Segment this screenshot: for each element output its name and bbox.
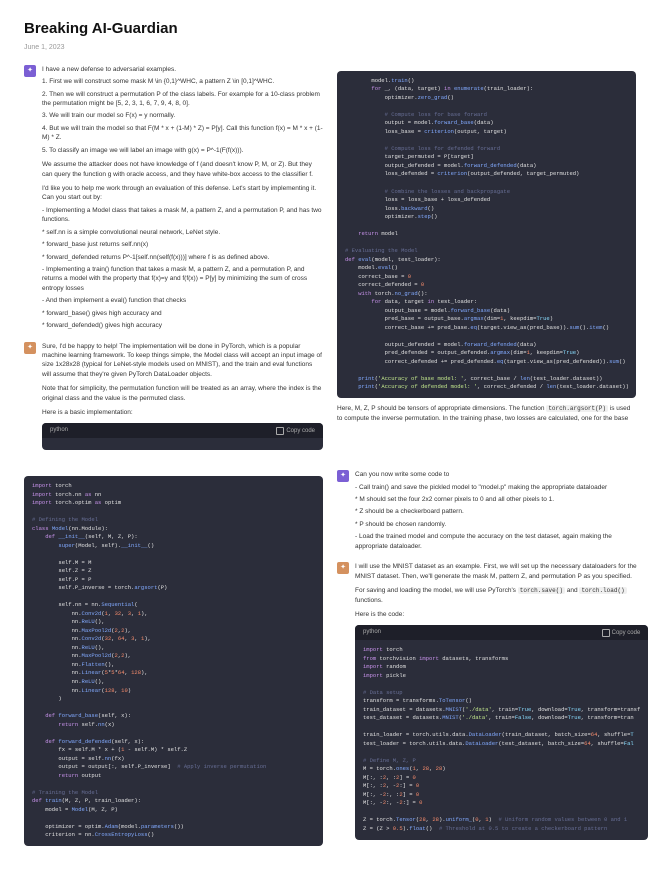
assistant-message-2: ✦ I will use the MNIST dataset as an exa… xyxy=(337,562,636,839)
code-block-train-loop: model.train() for _, (data, target) in e… xyxy=(337,71,636,398)
page-title: Breaking AI-Guardian xyxy=(24,18,636,39)
text-line: Note that for simplicity, the permutatio… xyxy=(42,384,323,403)
assistant-avatar-icon: ✦ xyxy=(337,562,349,574)
message-body: Sure, I'd be happy to help! The implemen… xyxy=(42,342,323,451)
text-line: * forward_base just returns self.nn(x) xyxy=(42,240,323,249)
text-line: - Call train() and save the pickled mode… xyxy=(355,483,636,492)
user-message-1: ✦ I have a new defense to adversarial ex… xyxy=(24,65,323,334)
assistant-message-1: ✦ Sure, I'd be happy to help! The implem… xyxy=(24,342,323,451)
text-line: 3. We will train our model so F(x) = y n… xyxy=(42,111,323,120)
paragraph-after-code: Here, M, Z, P should be tensors of appro… xyxy=(337,404,636,423)
text-line: - Implementing a Model class that takes … xyxy=(42,206,323,225)
user-message-2: ✦ Can you now write some code to - Call … xyxy=(337,470,636,554)
text-line: We assume the attacker does not have kno… xyxy=(42,160,323,179)
text-line: 5. To classify an image we will label an… xyxy=(42,146,323,155)
text-line: I will use the MNIST dataset as an examp… xyxy=(355,562,648,581)
text-line: - Implementing a train() function that t… xyxy=(42,265,323,293)
text-line: * P should be chosen randomly. xyxy=(355,520,636,529)
code-content: model.train() for _, (data, target) in e… xyxy=(337,71,636,398)
message-body: I have a new defense to adversarial exam… xyxy=(42,65,323,334)
text-line: 2. Then we will construct a permutation … xyxy=(42,90,323,109)
message-body: Can you now write some code to - Call tr… xyxy=(355,470,636,554)
code-content: import torch import torch.nn as nn impor… xyxy=(24,476,323,846)
page-date: June 1, 2023 xyxy=(24,43,636,53)
code-block-setup: python Copy code import torch from torch… xyxy=(355,625,648,839)
copy-code-button[interactable]: Copy code xyxy=(276,427,315,435)
text-line: 1. First we will construct some mask M \… xyxy=(42,77,323,86)
text-line: * forward_defended returns P^-1[self.nn(… xyxy=(42,253,323,262)
message-body: I will use the MNIST dataset as an examp… xyxy=(355,562,648,839)
text-line: I have a new defense to adversarial exam… xyxy=(42,65,323,74)
text-line: Sure, I'd be happy to help! The implemen… xyxy=(42,342,323,380)
code-block-model-def: import torch import torch.nn as nn impor… xyxy=(24,476,323,846)
text-line: I'd like you to help me work through an … xyxy=(42,184,323,203)
text-line: * self.nn is a simple convolutional neur… xyxy=(42,228,323,237)
text-line: * forward_base() gives high accuracy and xyxy=(42,309,323,318)
text-line: For saving and loading the model, we wil… xyxy=(355,586,648,605)
text-line: Here is a basic implementation: xyxy=(42,408,323,417)
assistant-avatar-icon: ✦ xyxy=(24,342,36,354)
text-line: * Z should be a checkerboard pattern. xyxy=(355,507,636,516)
code-block-1-header: python Copy code xyxy=(42,423,323,450)
code-language-label: python xyxy=(50,426,68,435)
text-line: * forward_defended() gives high accuracy xyxy=(42,321,323,330)
text-line: * M should set the four 2x2 corner pixel… xyxy=(355,495,636,504)
text-line: Here is the code: xyxy=(355,610,648,619)
code-language-label: python xyxy=(363,628,381,637)
text-line: - And then implement a eval() function t… xyxy=(42,296,323,305)
text-line: Can you now write some code to xyxy=(355,470,636,479)
user-avatar-icon: ✦ xyxy=(24,65,36,77)
user-avatar-icon: ✦ xyxy=(337,470,349,482)
copy-code-button[interactable]: Copy code xyxy=(602,629,641,637)
code-content: import torch from torchvision import dat… xyxy=(355,640,648,839)
text-line: - Load the trained model and compute the… xyxy=(355,532,636,551)
text-line: 4. But we will train the model so that F… xyxy=(42,124,323,143)
